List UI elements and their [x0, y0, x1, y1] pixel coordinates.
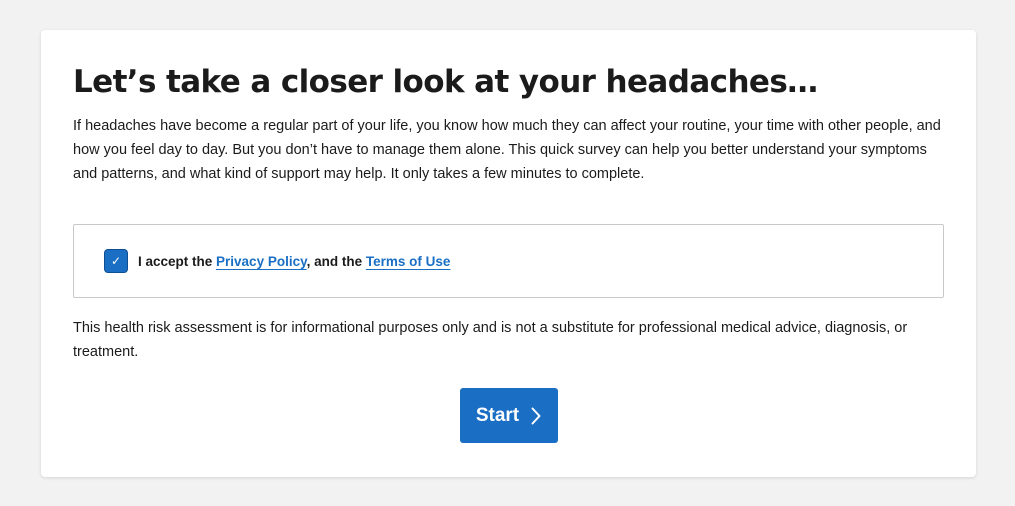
page-title: Let’s take a closer look at your headach…: [73, 64, 818, 100]
consent-prefix: I accept the: [138, 253, 217, 269]
terms-of-use-link[interactable]: Terms of Use: [366, 254, 451, 269]
start-button-label: Start: [475, 404, 520, 426]
privacy-policy-link[interactable]: Privacy Policy: [216, 254, 307, 269]
checkmark-icon: ✓: [110, 254, 122, 268]
consent-box: ✓ I accept the Privacy Policy, and the T…: [73, 224, 944, 298]
disclaimer-text: This health risk assessment is for infor…: [73, 320, 908, 360]
accept-terms-checkbox[interactable]: ✓: [104, 249, 128, 273]
consent-middle: , and the: [306, 253, 366, 269]
start-button-container: Start: [73, 388, 944, 443]
chevron-right-icon: [531, 407, 541, 424]
consent-label: I accept the Privacy Policy, and the Ter…: [138, 254, 450, 269]
survey-intro-card: Let’s take a closer look at your headach…: [41, 30, 976, 477]
intro-paragraph: If headaches have become a regular part …: [73, 118, 941, 182]
start-button[interactable]: Start: [459, 388, 558, 443]
